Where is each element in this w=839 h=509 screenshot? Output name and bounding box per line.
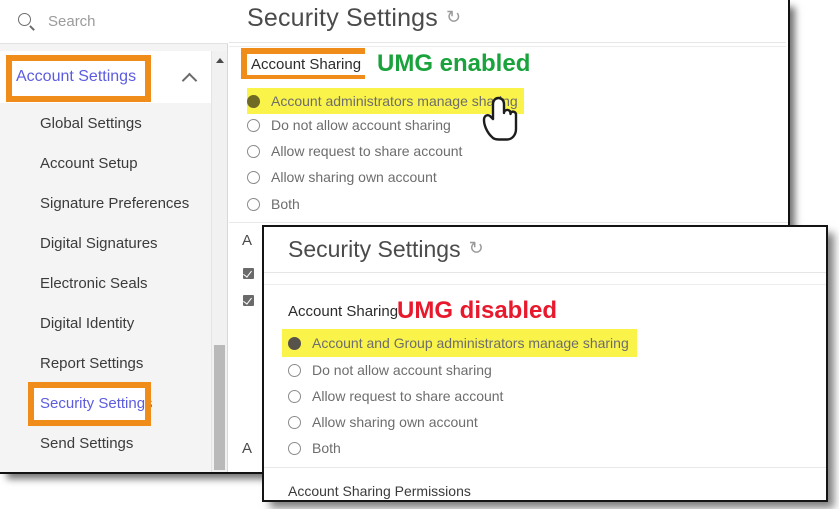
radio-label: Do not allow account sharing <box>271 117 451 133</box>
sidebar-item-digital-identity[interactable]: Digital Identity <box>0 303 212 343</box>
sidebar-item-label: Global Settings <box>40 114 142 132</box>
radio-button-selected[interactable] <box>247 94 260 108</box>
overlay-section-label-account-sharing-permissions: Account Sharing Permissions <box>288 483 471 499</box>
overlay-page-title: Security Settings ↻ <box>288 236 484 263</box>
scroll-up-arrow-icon[interactable] <box>212 51 227 68</box>
radio-label: Account and Group administrators manage … <box>312 335 629 351</box>
overlay-radio-option-account-and-group-administrators-manage-sharing[interactable]: Account and Group administrators manage … <box>282 329 637 357</box>
sidebar-group-account-settings[interactable]: Account Settings <box>0 51 212 103</box>
divider <box>229 46 786 47</box>
sidebar-item-label: Signature Preferences <box>40 194 190 212</box>
checkbox-checked[interactable] <box>243 268 254 279</box>
sidebar-item-label: Account Setup <box>40 154 138 172</box>
radio-option-do-not-allow-account-sharing[interactable]: Do not allow account sharing <box>247 114 451 136</box>
radio-label: Do not allow account sharing <box>312 362 492 378</box>
sidebar-item-electronic-seals[interactable]: Electronic Seals <box>0 263 212 303</box>
search-input[interactable]: Search <box>0 0 228 44</box>
sidebar-item-account-setup[interactable]: Account Setup <box>0 143 212 183</box>
occluded-section-label: A <box>242 232 253 249</box>
chevron-up-icon[interactable] <box>182 72 198 82</box>
overlay-radio-option-do-not-allow-account-sharing[interactable]: Do not allow account sharing <box>288 359 492 381</box>
page-title: Security Settings ↻ <box>247 4 461 33</box>
radio-button[interactable] <box>247 170 260 184</box>
sidebar-scrollbar[interactable] <box>211 51 227 472</box>
overlay-window-umg-disabled: Security Settings ↻ Account Sharing UMG d… <box>262 225 828 502</box>
sidebar-item-send-settings[interactable]: Send Settings <box>0 423 212 463</box>
radio-label: Allow sharing own account <box>271 169 437 185</box>
sidebar: Search Account Settings Global Settings … <box>0 0 228 472</box>
checkbox-checked[interactable] <box>243 295 254 306</box>
divider <box>264 272 826 273</box>
radio-button[interactable] <box>288 415 301 429</box>
radio-label: Both <box>312 440 341 456</box>
refresh-icon[interactable]: ↻ <box>469 238 484 259</box>
radio-label: Allow request to share account <box>271 143 463 159</box>
scrollbar-thumb[interactable] <box>214 345 225 470</box>
radio-button[interactable] <box>247 197 260 211</box>
hand-pointer-cursor <box>482 96 518 141</box>
sidebar-item-label: Digital Signatures <box>40 234 158 252</box>
sidebar-item-digital-signatures[interactable]: Digital Signatures <box>0 223 212 263</box>
sidebar-item-label: Report Settings <box>40 354 144 372</box>
divider <box>229 42 786 43</box>
overlay-radio-option-both[interactable]: Both <box>288 437 341 459</box>
radio-button[interactable] <box>288 363 301 377</box>
radio-label: Allow sharing own account <box>312 414 478 430</box>
occluded-section-label: A <box>242 440 253 457</box>
radio-option-allow-request-to-share-account[interactable]: Allow request to share account <box>247 140 462 162</box>
search-icon <box>18 12 36 31</box>
overlay-page-title-text: Security Settings <box>288 236 461 262</box>
radio-button-selected[interactable] <box>288 336 301 350</box>
section-label-account-sharing: Account Sharing <box>247 54 366 75</box>
overlay-section-label-account-sharing: Account Sharing <box>288 303 399 320</box>
sidebar-item-global-settings[interactable]: Global Settings <box>0 103 212 143</box>
radio-option-allow-sharing-own-account[interactable]: Allow sharing own account <box>247 166 437 188</box>
divider <box>229 222 788 223</box>
sidebar-item-report-settings[interactable]: Report Settings <box>0 343 212 383</box>
annotation-umg-enabled: UMG enabled <box>377 50 531 77</box>
sidebar-item-label: Electronic Seals <box>40 274 148 292</box>
overlay-radio-option-allow-sharing-own-account[interactable]: Allow sharing own account <box>288 411 478 433</box>
sidebar-item-label: Digital Identity <box>40 314 135 332</box>
radio-button[interactable] <box>247 144 260 158</box>
sidebar-item-signature-preferences[interactable]: Signature Preferences <box>0 183 212 223</box>
radio-label: Both <box>271 196 300 212</box>
radio-button[interactable] <box>288 441 301 455</box>
sidebar-item-label: Security Settings <box>40 394 153 412</box>
page-title-text: Security Settings <box>247 4 438 32</box>
sidebar-item-security-settings[interactable]: Security Settings <box>0 383 212 423</box>
overlay-radio-option-allow-request-to-share-account[interactable]: Allow request to share account <box>288 385 503 407</box>
radio-button[interactable] <box>288 389 301 403</box>
radio-button[interactable] <box>247 118 260 132</box>
radio-option-both[interactable]: Both <box>247 193 300 215</box>
sidebar-group-label: Account Settings <box>16 68 137 85</box>
annotation-umg-disabled: UMG disabled <box>397 297 558 324</box>
radio-label: Allow request to share account <box>312 388 504 404</box>
search-placeholder: Search <box>48 13 96 30</box>
sidebar-item-label: Send Settings <box>40 434 134 452</box>
divider <box>264 467 826 468</box>
refresh-icon[interactable]: ↻ <box>446 7 461 28</box>
divider <box>264 284 826 285</box>
